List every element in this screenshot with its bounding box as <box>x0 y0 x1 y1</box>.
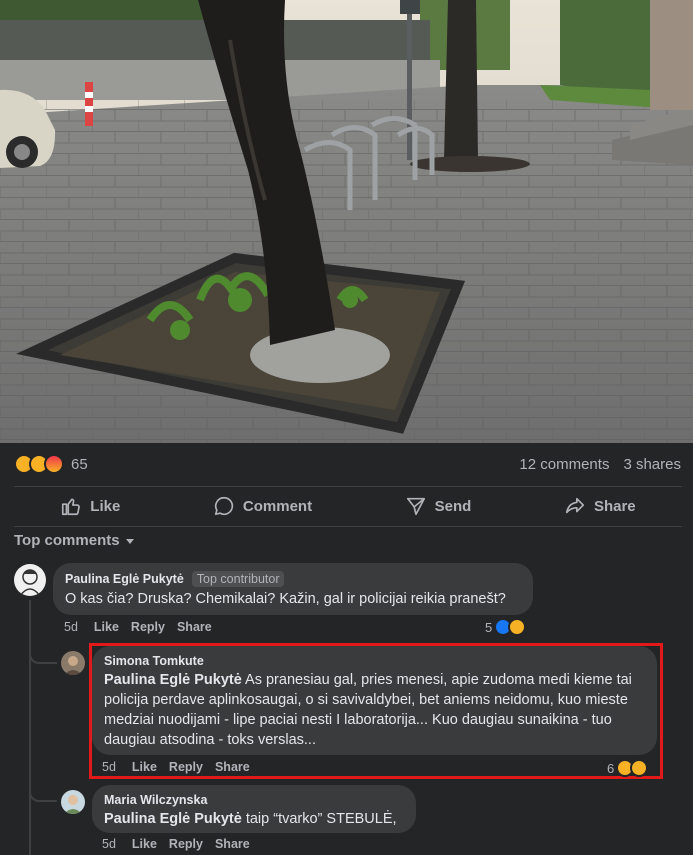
mention-link[interactable]: Paulina Eglė Pukytė <box>104 811 242 827</box>
portrait-sketch-icon <box>19 569 41 596</box>
send-button[interactable]: Send <box>393 491 484 521</box>
comments-count[interactable]: 12 comments <box>519 456 609 473</box>
post-actions: Like Comment Send Share <box>14 487 682 525</box>
send-icon <box>406 497 425 516</box>
comment-label: Comment <box>242 497 313 515</box>
post-photo[interactable] <box>0 0 693 443</box>
thread-branch <box>29 778 57 802</box>
comment-bubble-icon <box>214 496 234 516</box>
comment-time[interactable]: 5d <box>102 760 116 774</box>
comment-meta: 5d Like Reply Share <box>64 620 212 634</box>
comment-reactions[interactable]: 6 <box>607 759 649 777</box>
share-label: Share <box>593 497 636 515</box>
top-comments-dropdown[interactable]: Top comments <box>14 532 134 549</box>
reply-bubble: Simona Tomkute Paulina Eglė Pukytė As pr… <box>92 646 657 755</box>
top-comments-label: Top comments <box>14 532 120 549</box>
comment-author[interactable]: Paulina Eglė Pukytė <box>65 572 184 586</box>
sad-reaction-icon <box>508 618 527 636</box>
top-contributor-badge: Top contributor <box>191 571 285 587</box>
reply-text: Paulina Eglė Pukytė taip “tvarko” STEBUL… <box>104 809 404 829</box>
reply-bubble: Maria Wilczynska Paulina Eglė Pukytė tai… <box>92 785 416 833</box>
shares-count[interactable]: 3 shares <box>623 456 681 473</box>
comment-reactions[interactable]: 5 <box>485 618 527 636</box>
reply-author[interactable]: Simona Tomkute <box>104 654 204 668</box>
reply-author[interactable]: Maria Wilczynska <box>104 793 207 807</box>
reply-body: taip “tvarko” STEBULĖ, <box>241 811 397 827</box>
reply-meta: 5d Like Reply Share <box>102 760 250 774</box>
comment-like-button[interactable]: Like <box>94 620 119 634</box>
reaction-count[interactable]: 65 <box>71 456 88 473</box>
comment-reply-button[interactable]: Reply <box>169 760 203 774</box>
share-button[interactable]: Share <box>552 491 648 521</box>
caret-down-icon <box>125 539 134 544</box>
reply-meta: 5d Like Reply Share <box>102 837 250 851</box>
comment-like-button[interactable]: Like <box>132 837 157 851</box>
comment-time[interactable]: 5d <box>64 620 78 634</box>
comment-reaction-count: 6 <box>607 760 615 776</box>
avatar[interactable] <box>61 790 85 814</box>
comment-share-button[interactable]: Share <box>215 837 250 851</box>
comment-reaction-count: 5 <box>485 619 493 635</box>
comment-like-button[interactable]: Like <box>132 760 157 774</box>
comment-time[interactable]: 5d <box>102 837 116 851</box>
avatar[interactable] <box>61 651 85 675</box>
comment-text: O kas čia? Druska? Chemikalai? Kažin, ga… <box>65 591 506 607</box>
comment-share-button[interactable]: Share <box>215 760 250 774</box>
thread-branch <box>29 640 57 664</box>
comment-button[interactable]: Comment <box>201 491 324 521</box>
wow-reaction-icon <box>630 759 649 777</box>
reactions-summary: 65 12 comments 3 shares <box>0 443 693 485</box>
send-label: Send <box>434 497 472 515</box>
share-arrow-icon <box>565 497 585 514</box>
mention-link[interactable]: Paulina Eglė Pukytė <box>104 672 242 688</box>
person-photo-icon <box>64 795 82 814</box>
comment-reply-button[interactable]: Reply <box>131 620 165 634</box>
person-photo-icon <box>64 656 82 675</box>
avatar[interactable] <box>14 564 46 596</box>
comment-share-button[interactable]: Share <box>177 620 212 634</box>
like-button[interactable]: Like <box>48 491 132 521</box>
comment-bubble: Paulina Eglė Pukytė Top contributor O ka… <box>53 563 533 615</box>
reaction-icons[interactable] <box>14 454 64 474</box>
like-label: Like <box>90 497 121 515</box>
reply-text: Paulina Eglė Pukytė As pranesiau gal, pr… <box>104 670 645 750</box>
angry-reaction-icon <box>44 454 64 474</box>
thread-line <box>29 600 31 855</box>
divider <box>14 526 682 527</box>
thumbs-up-icon <box>62 498 81 516</box>
comment-reply-button[interactable]: Reply <box>169 837 203 851</box>
